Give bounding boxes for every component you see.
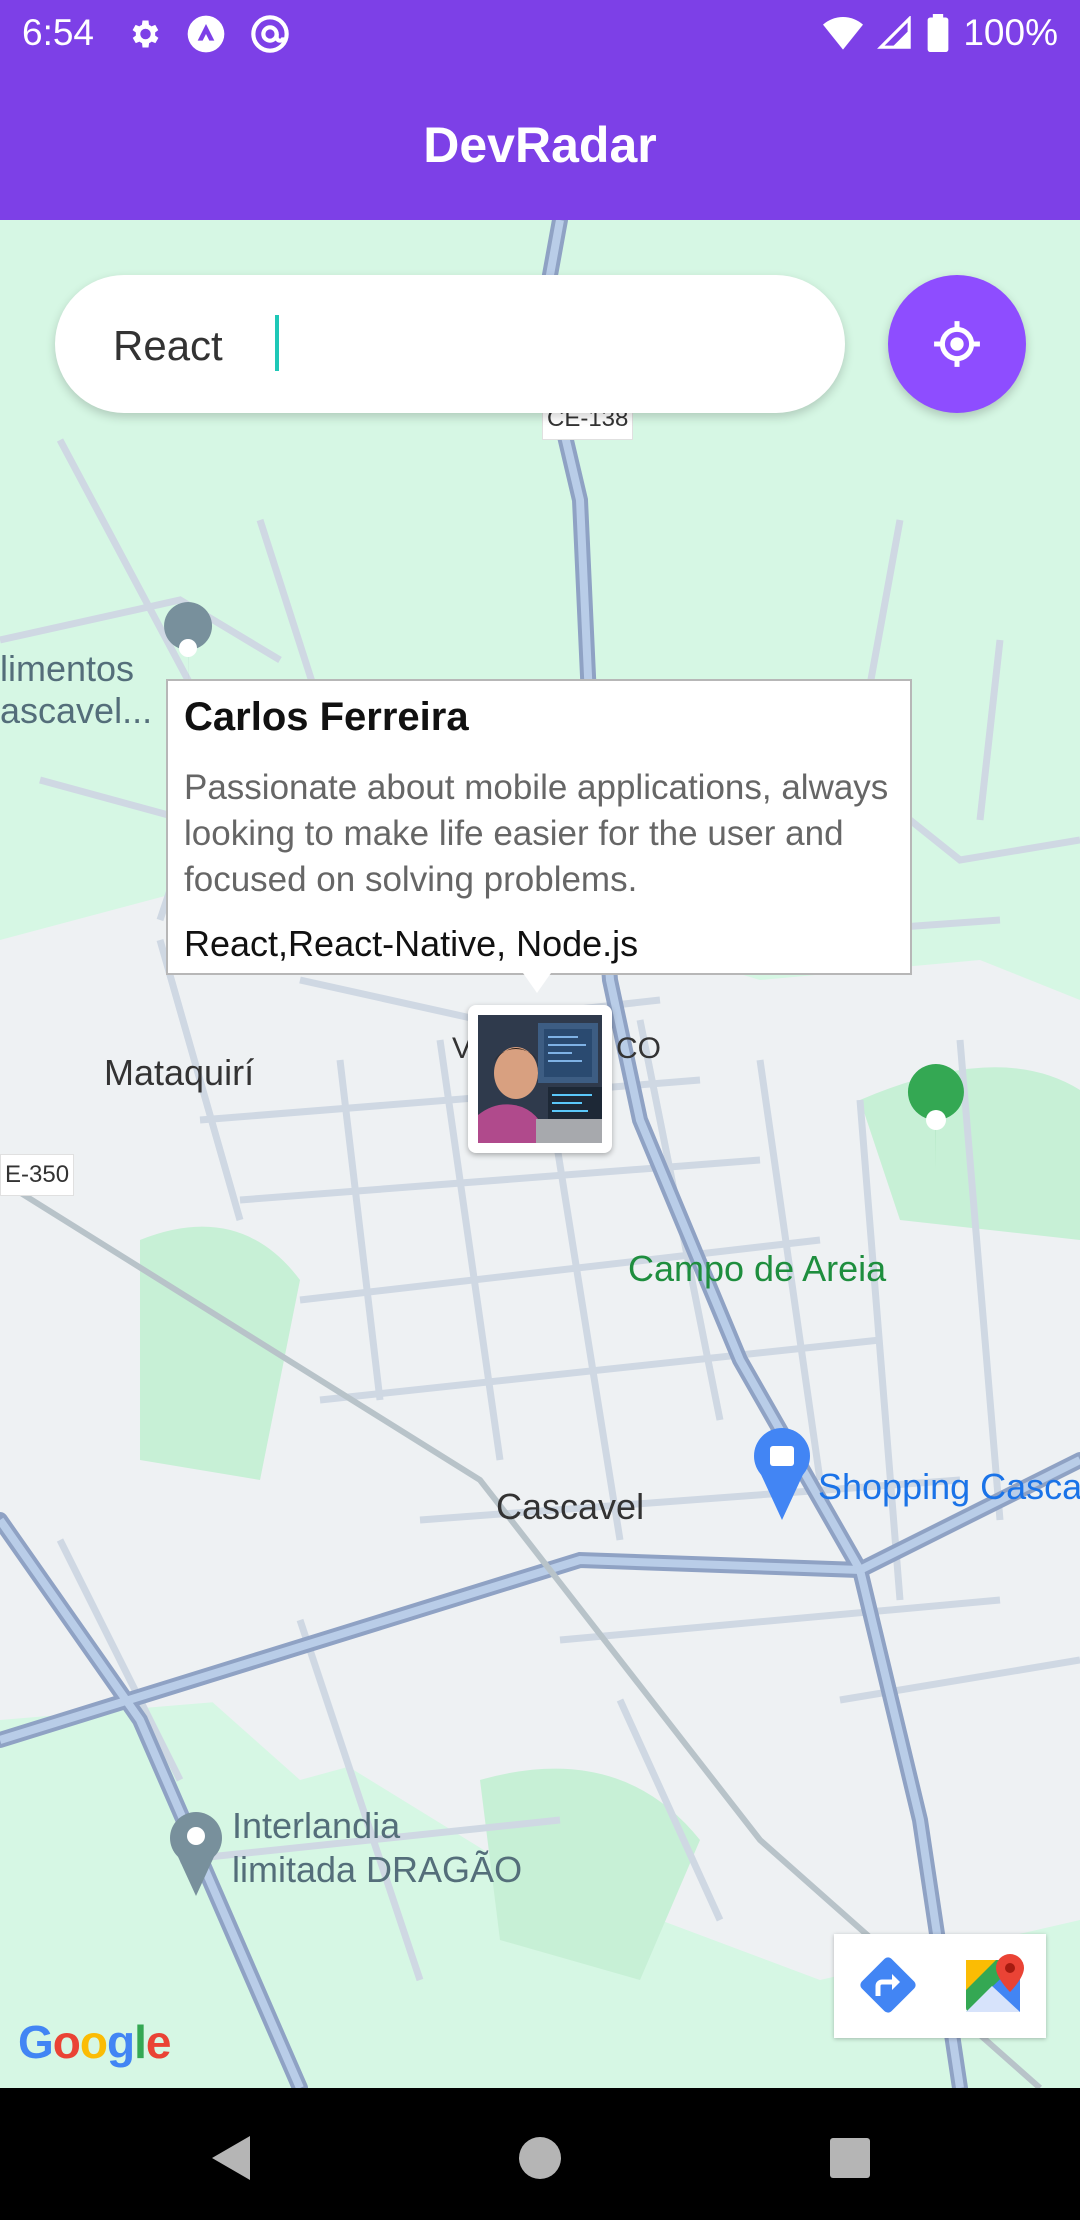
map-view[interactable]: CE-138 E-350 limentos ascavel... Mataqui… — [0, 220, 1080, 2088]
text-cursor — [275, 315, 279, 371]
map-label-alimentos: limentos ascavel... — [0, 648, 152, 732]
directions-icon — [860, 1957, 916, 2013]
google-maps-icon — [966, 1954, 1024, 2012]
map-label-cascavel: Cascavel — [496, 1486, 645, 1527]
system-nav-bar — [0, 2088, 1080, 2220]
callout-tail — [523, 973, 551, 993]
dev-bio: Passionate about mobile applications, al… — [184, 768, 889, 899]
map-roads — [0, 220, 1080, 2088]
road-shield-ce350: E-350 — [0, 1154, 75, 1196]
directions-button[interactable] — [834, 1934, 940, 2038]
crosshair-icon — [934, 321, 980, 367]
map-label-mataquiri: Mataquirí — [104, 1052, 255, 1093]
status-system-icons: 100% — [823, 12, 1058, 54]
dev-map-marker[interactable] — [468, 1005, 612, 1153]
back-icon[interactable] — [190, 2118, 270, 2198]
app-title: DevRadar — [423, 117, 657, 173]
google-logo-text: Google — [18, 2016, 171, 2068]
app-notification-icon — [187, 15, 225, 53]
cell-signal-icon — [877, 16, 912, 49]
at-sign-icon — [251, 15, 289, 53]
map-label-campo-de-areia: Campo de Areia — [628, 1248, 887, 1289]
app-bar: DevRadar — [0, 70, 1080, 220]
battery-icon — [927, 14, 949, 52]
dev-callout[interactable]: Carlos Ferreira Passionate about mobile … — [166, 679, 912, 975]
settings-icon — [132, 20, 159, 48]
search-input[interactable] — [111, 315, 815, 377]
battery-percent: 100% — [963, 12, 1058, 53]
map-label-alimentos-line1: limentos — [0, 648, 135, 689]
map-label-alimentos-line2: ascavel... — [0, 690, 153, 731]
status-time: 6:54 — [22, 12, 95, 53]
map-toolbar — [834, 1934, 1046, 2038]
home-icon[interactable] — [500, 2118, 580, 2198]
dev-techs: React,React-Native, Node.js — [184, 923, 639, 964]
wifi-icon — [823, 17, 864, 50]
dev-name: Carlos Ferreira — [184, 695, 469, 739]
status-bar: 6:54 100% — [0, 0, 1080, 70]
map-label-interlandia-line2: limitada DRAGÃO — [232, 1849, 523, 1890]
google-logo: Google — [18, 2015, 171, 2069]
open-in-maps-button[interactable] — [940, 1934, 1046, 2038]
avatar — [478, 1015, 602, 1143]
map-label-interlandia-line1: Interlandia — [232, 1805, 401, 1846]
recents-icon[interactable] — [810, 2118, 890, 2198]
search-box[interactable] — [55, 275, 845, 413]
map-label-vila-right: CO — [616, 1032, 661, 1065]
my-location-button[interactable] — [888, 275, 1026, 413]
map-label-shopping: Shopping Casca — [818, 1466, 1080, 1507]
map-label-interlandia: Interlandia limitada DRAGÃO — [232, 1804, 522, 1892]
status-notification-icons — [126, 14, 290, 54]
